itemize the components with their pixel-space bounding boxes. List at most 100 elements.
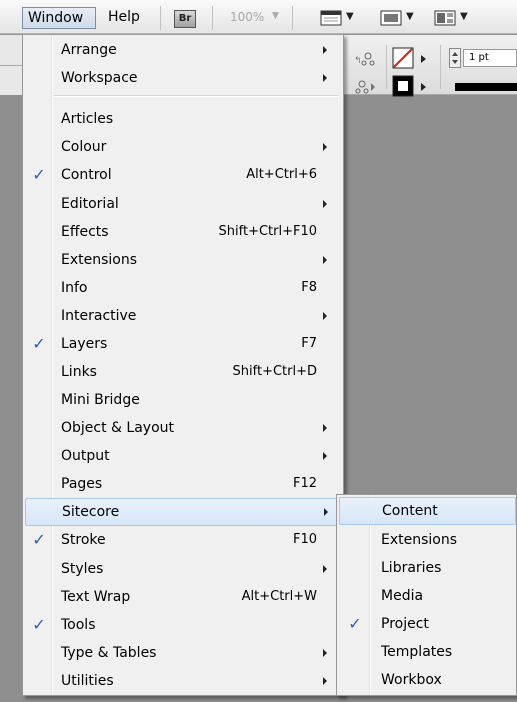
menu-item-label: Utilities — [61, 673, 114, 689]
menu-item-info[interactable]: Info F8 — [25, 274, 341, 302]
menu-item-pages[interactable]: Pages F12 — [25, 470, 341, 498]
menu-item-label: Styles — [61, 561, 104, 577]
menu-item-label: Workspace — [61, 70, 138, 86]
menu-item-label: Text Wrap — [61, 589, 131, 605]
menu-item-shortcut: Shift+Ctrl+D — [232, 364, 317, 379]
menu-item-label: Layers — [61, 336, 108, 352]
menu-item-type-and-tables[interactable]: Type & Tables — [25, 639, 341, 667]
arrange-documents-dropdown-icon[interactable]: ▼ — [460, 11, 468, 22]
menu-item-mini-bridge[interactable]: Mini Bridge — [25, 386, 341, 414]
menu-item-label: Extensions — [61, 252, 138, 268]
submenu-item-label: Workbox — [381, 672, 442, 688]
menu-item-effects[interactable]: Effects Shift+Ctrl+F10 — [25, 218, 341, 246]
submenu-arrow-icon — [324, 508, 328, 516]
submenu-arrow-icon — [323, 200, 327, 208]
zoom-level[interactable]: 100% — [230, 10, 264, 24]
menu-help[interactable]: Help — [102, 7, 146, 29]
submenu-item-project[interactable]: ✓ Project — [339, 610, 516, 638]
control-separator — [440, 45, 441, 89]
submenu-item-content[interactable]: Content — [339, 497, 516, 525]
submenu-item-label: Project — [381, 616, 429, 632]
submenu-item-label: Extensions — [381, 532, 458, 548]
fill-none-swatch-icon[interactable] — [392, 47, 414, 73]
select-content-icon[interactable] — [354, 79, 378, 99]
toolbar-separator — [292, 6, 293, 30]
submenu-arrow-icon — [323, 565, 327, 573]
menu-item-editorial[interactable]: Editorial — [25, 190, 341, 218]
submenu-item-label: Libraries — [381, 560, 442, 576]
stroke-weight-field[interactable]: 1 pt — [463, 49, 517, 67]
menu-item-shortcut: Alt+Ctrl+W — [241, 589, 317, 604]
fill-dropdown-icon[interactable] — [421, 53, 427, 68]
submenu-arrow-icon — [323, 256, 327, 264]
toolbar-separator — [212, 6, 213, 30]
view-options-icon[interactable] — [320, 9, 342, 27]
submenu-arrow-icon — [323, 677, 327, 685]
submenu-arrow-icon — [323, 452, 327, 460]
menu-item-styles[interactable]: Styles — [25, 555, 341, 583]
submenu-item-media[interactable]: Media — [339, 582, 516, 610]
menu-item-interactive[interactable]: Interactive — [25, 302, 341, 330]
submenu-arrow-icon — [323, 143, 327, 151]
checkmark-icon: ✓ — [32, 530, 46, 549]
menu-item-object-and-layout[interactable]: Object & Layout — [25, 414, 341, 442]
menu-item-extensions[interactable]: Extensions — [25, 246, 341, 274]
menu-item-workspace[interactable]: Workspace — [25, 64, 341, 92]
menu-item-shortcut: F10 — [292, 532, 317, 547]
menu-item-label: Stroke — [61, 532, 106, 548]
submenu-item-templates[interactable]: Templates — [339, 638, 516, 666]
screen-mode-dropdown-icon[interactable]: ▼ — [406, 11, 414, 22]
stroke-weight-stepper[interactable] — [449, 48, 461, 68]
menu-item-label: Output — [61, 448, 110, 464]
stroke-type-preview[interactable] — [455, 83, 517, 91]
checkmark-icon: ✓ — [32, 165, 46, 184]
svg-text:↰: ↰ — [354, 56, 362, 66]
submenu-item-libraries[interactable]: Libraries — [339, 554, 516, 582]
view-options-dropdown-icon[interactable]: ▼ — [346, 11, 354, 22]
menu-item-colour[interactable]: Colour — [25, 133, 341, 161]
stroke-swatch-icon[interactable] — [392, 75, 414, 101]
toolbar-separator — [160, 6, 161, 30]
sitecore-submenu: Content Extensions Libraries Media ✓ Project T… — [336, 494, 517, 696]
menu-item-label: Arrange — [61, 42, 117, 58]
window-menu: Arrange Workspace Articles Colour ✓ Control Al… — [22, 34, 344, 696]
submenu-arrow-icon — [323, 74, 327, 82]
menu-item-control[interactable]: ✓ Control Alt+Ctrl+6 — [25, 161, 341, 189]
checkmark-icon: ✓ — [32, 334, 46, 353]
menu-item-label: Mini Bridge — [61, 392, 140, 408]
menu-item-output[interactable]: Output — [25, 442, 341, 470]
zoom-dropdown-icon[interactable]: ▼ — [272, 11, 279, 21]
menu-item-label: Sitecore — [62, 504, 120, 520]
menu-item-utilities[interactable]: Utilities — [25, 667, 341, 695]
screen-mode-icon[interactable] — [380, 9, 402, 27]
submenu-arrow-icon — [323, 649, 327, 657]
submenu-item-label: Templates — [381, 644, 453, 660]
menu-item-sitecore[interactable]: Sitecore — [25, 498, 341, 526]
control-panel-divider — [0, 65, 24, 66]
menu-item-label: Editorial — [61, 196, 119, 212]
arrange-documents-icon[interactable] — [434, 9, 456, 27]
menu-item-text-wrap[interactable]: Text Wrap Alt+Ctrl+W — [25, 583, 341, 611]
submenu-arrow-icon — [323, 424, 327, 432]
select-container-icon[interactable]: ↰ — [354, 51, 378, 71]
menu-item-tools[interactable]: ✓ Tools — [25, 611, 341, 639]
menu-item-label: Effects — [61, 224, 109, 240]
menu-item-shortcut: Shift+Ctrl+F10 — [218, 224, 317, 239]
stroke-dropdown-icon[interactable] — [421, 81, 427, 96]
menu-item-label: Control — [61, 167, 112, 183]
menu-item-arrange[interactable]: Arrange — [25, 36, 341, 64]
menu-item-stroke[interactable]: ✓ Stroke F10 — [25, 526, 341, 554]
menu-item-shortcut: F12 — [292, 476, 317, 491]
menu-window[interactable]: Window — [22, 7, 96, 29]
menu-item-layers[interactable]: ✓ Layers F7 — [25, 330, 341, 358]
menu-item-links[interactable]: Links Shift+Ctrl+D — [25, 358, 341, 386]
submenu-item-extensions[interactable]: Extensions — [339, 526, 516, 554]
menu-item-label: Articles — [61, 111, 114, 127]
bridge-icon[interactable]: Br — [174, 10, 196, 28]
submenu-item-workbox[interactable]: Workbox — [339, 666, 516, 694]
menu-item-shortcut: Alt+Ctrl+6 — [246, 167, 317, 182]
menu-item-label: Interactive — [61, 308, 137, 324]
menu-item-articles[interactable]: Articles — [25, 105, 341, 133]
menu-item-label: Links — [61, 364, 97, 380]
menu-item-label: Object & Layout — [61, 420, 175, 436]
